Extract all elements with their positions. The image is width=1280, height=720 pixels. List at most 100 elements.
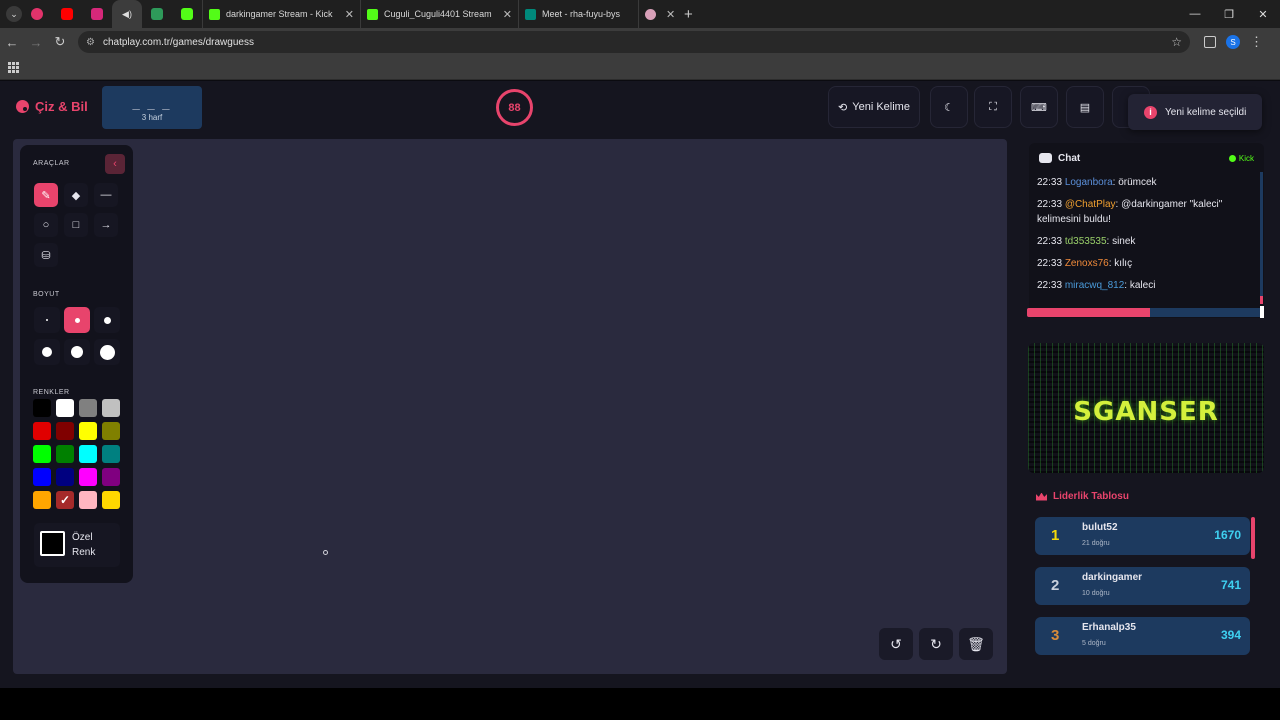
clear-button[interactable]: 🗑 <box>959 628 993 660</box>
arrow-tool[interactable]: → <box>94 213 118 237</box>
tab-title: darkingamer Stream - Kick Dashbo <box>226 9 335 19</box>
color-swatch[interactable] <box>56 445 74 463</box>
tab-2[interactable]: Meet - rha-fuyu-bys <box>518 0 638 28</box>
redo-button[interactable]: ↻ <box>919 628 953 660</box>
size-6[interactable] <box>94 339 120 365</box>
drawing-canvas[interactable]: ↺ ↻ 🗑 <box>13 139 1007 674</box>
size-1[interactable] <box>34 307 60 333</box>
color-swatch[interactable] <box>33 445 51 463</box>
close-window-icon[interactable]: ✕ <box>1246 0 1280 28</box>
keyboard-button[interactable]: ⌨ <box>1020 86 1058 128</box>
bookmarks-bar <box>0 56 1280 80</box>
app-logo: Çiz & Bil <box>16 99 88 114</box>
tab-3[interactable]: ✕ <box>638 0 678 28</box>
more-menu-icon[interactable]: ⋮ <box>1250 34 1263 50</box>
pinned-tab-6[interactable] <box>172 0 202 28</box>
brush-tool[interactable]: ✎ <box>34 183 58 207</box>
size-2[interactable] <box>64 307 90 333</box>
color-swatch[interactable] <box>79 399 97 417</box>
chat-scroll-thumb[interactable] <box>1260 296 1263 304</box>
tab-strip: ⌄ ◀) darkingamer Stream - Kick Dashbo ✕ … <box>0 0 1280 28</box>
color-swatch[interactable] <box>56 399 74 417</box>
minimize-icon[interactable]: — <box>1178 0 1212 28</box>
apps-grid-icon[interactable] <box>8 62 19 73</box>
color-swatch[interactable] <box>102 445 120 463</box>
line-tool[interactable]: — <box>94 183 118 207</box>
color-swatch[interactable] <box>33 491 51 509</box>
tab-search-button[interactable]: ⌄ <box>6 6 22 22</box>
color-swatch[interactable] <box>56 468 74 486</box>
chat-message: 22:33 Zenoxs76: kılıç <box>1037 256 1256 271</box>
message-user[interactable]: Loganbora <box>1065 177 1113 188</box>
tab-1[interactable]: Cuguli_Cuguli4401 Stream - We ✕ <box>360 0 518 28</box>
address-bar[interactable]: ⚙ chatplay.com.tr/games/drawguess ☆ <box>78 31 1190 53</box>
arrow-right-icon: → <box>100 219 112 231</box>
custom-color-button[interactable]: Özel Renk <box>34 523 120 567</box>
pinned-tab-2[interactable] <box>52 0 82 28</box>
round-progress-bar <box>1027 308 1264 317</box>
color-swatch[interactable] <box>33 468 51 486</box>
profile-avatar[interactable]: S <box>1226 35 1240 49</box>
chat-header: Chat Kick <box>1029 143 1264 173</box>
reload-icon[interactable]: ↻ <box>48 34 72 50</box>
tab-title: Cuguli_Cuguli4401 Stream - We <box>384 9 493 19</box>
undo-button[interactable]: ↺ <box>879 628 913 660</box>
back-icon[interactable]: ← <box>0 35 24 50</box>
new-tab-button[interactable]: + <box>684 6 693 23</box>
color-swatch[interactable] <box>56 422 74 440</box>
color-swatch[interactable] <box>102 491 120 509</box>
round-timer: 88 <box>496 89 533 126</box>
new-word-button[interactable]: ⟲ Yeni Kelime <box>828 86 920 128</box>
restore-icon[interactable]: ❐ <box>1212 0 1246 28</box>
color-swatch[interactable] <box>102 468 120 486</box>
dark-mode-button[interactable]: ☾ <box>930 86 968 128</box>
message-user[interactable]: td353535 <box>1065 236 1107 247</box>
leaderboard-title-text: Liderlik Tablosu <box>1053 491 1129 502</box>
status-dot-icon <box>1228 154 1236 162</box>
eraser-icon: ◆ <box>71 189 81 202</box>
rectangle-tool[interactable]: □ <box>64 213 88 237</box>
circle-tool[interactable]: ○ <box>34 213 58 237</box>
size-5[interactable] <box>64 339 90 365</box>
bookmark-star-icon[interactable]: ☆ <box>1171 35 1182 49</box>
pinned-tab-5[interactable] <box>142 0 172 28</box>
taskbar-area <box>0 688 1280 720</box>
fill-tool[interactable]: ⛁ <box>34 243 58 267</box>
color-swatch[interactable] <box>33 399 51 417</box>
square-icon: □ <box>72 219 80 231</box>
color-swatch[interactable] <box>102 399 120 417</box>
close-icon[interactable]: ✕ <box>503 8 512 21</box>
pinned-tab-1[interactable] <box>22 0 52 28</box>
pinned-tab-3[interactable] <box>82 0 112 28</box>
leaderboard-scrollbar[interactable] <box>1251 517 1255 559</box>
color-swatch[interactable] <box>79 422 97 440</box>
message-user[interactable]: Zenoxs76 <box>1065 258 1109 269</box>
color-swatch[interactable] <box>56 491 74 509</box>
color-swatch[interactable] <box>79 468 97 486</box>
close-icon[interactable]: ✕ <box>345 8 354 21</box>
message-user[interactable]: @ChatPlay <box>1065 199 1116 210</box>
color-swatch[interactable] <box>102 422 120 440</box>
tab-0[interactable]: darkingamer Stream - Kick Dashbo ✕ <box>202 0 360 28</box>
close-icon[interactable]: ✕ <box>666 8 675 21</box>
rank: 3 <box>1051 627 1060 644</box>
size-4[interactable] <box>34 339 60 365</box>
collapse-panel-button[interactable]: ‹ <box>105 154 125 174</box>
eraser-tool[interactable]: ◆ <box>64 183 88 207</box>
size-heading: BOYUT <box>33 291 60 298</box>
correct-count: 10 doğru <box>1082 590 1110 597</box>
site-info-icon[interactable]: ⚙ <box>86 37 95 48</box>
pinned-tab-4[interactable]: ◀) <box>112 0 142 28</box>
color-swatch[interactable] <box>33 422 51 440</box>
message-user[interactable]: miracwq_812 <box>1065 280 1124 291</box>
color-swatch[interactable] <box>79 445 97 463</box>
fullscreen-button[interactable]: ⛶ <box>974 86 1012 128</box>
extensions-icon[interactable] <box>1204 36 1216 48</box>
forward-icon[interactable]: → <box>24 35 48 50</box>
archive-button[interactable]: ▤ <box>1066 86 1104 128</box>
music-icon <box>31 8 43 20</box>
redo-icon: ↻ <box>930 635 942 652</box>
chat-scrollbar[interactable] <box>1260 172 1263 304</box>
size-3[interactable] <box>94 307 120 333</box>
color-swatch[interactable] <box>79 491 97 509</box>
